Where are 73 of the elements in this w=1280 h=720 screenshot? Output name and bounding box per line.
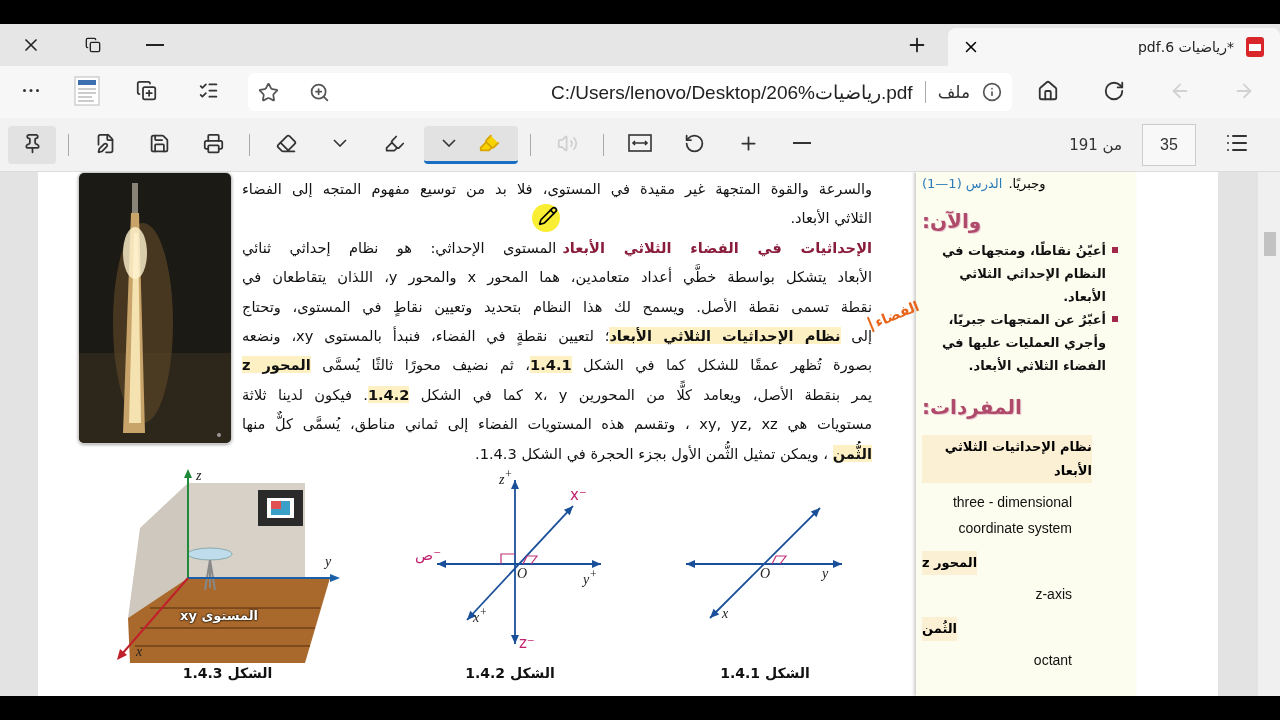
vocab-term: نظام الإحداثيات الثلاثي الأبعاد	[922, 435, 1092, 483]
figure-caption: الشكل 1.4.3	[182, 665, 273, 681]
paragraph-line: الأبعاد يتشكل بواسطة خطَّي أعداد متعامدين، هما المحور x والمحور y، اللذان يتقاطعان في	[242, 262, 872, 292]
page-count: من 191	[1069, 135, 1122, 154]
paragraph-line: الثُّمن ، ويمكن تمثيل الثُّمن الأول بجزء الحجرة في الشكل 1.4.3.	[475, 438, 872, 469]
page-number-field[interactable]: 35	[1142, 123, 1196, 166]
collections-icon	[135, 80, 157, 101]
star-icon	[258, 81, 279, 103]
url-text: C:/Users/lenovo/Desktop/206%رياضيات.pdf	[550, 80, 913, 104]
axis-label: z	[196, 468, 202, 484]
bullet-icon	[1112, 247, 1118, 253]
tab-title: *رياضيات 6.pdf	[1138, 39, 1234, 55]
info-icon	[982, 82, 1002, 102]
caret-icon	[442, 139, 456, 147]
axis-label: y	[822, 566, 829, 582]
right-angle-mark	[771, 555, 788, 565]
file-label: ملف	[937, 82, 970, 102]
browser-tab[interactable]: *رياضيات 6.pdf	[948, 28, 1280, 66]
handwritten-mark: z⁻	[519, 634, 535, 652]
lesson-reference: الدرس (1—1)	[922, 176, 1003, 191]
axis-label: y	[325, 554, 332, 570]
axis-label: z$^{+}$	[499, 468, 513, 488]
minus-icon	[793, 142, 811, 144]
origin-label: O	[517, 566, 528, 582]
print-icon	[202, 132, 224, 154]
home-icon	[1037, 79, 1059, 102]
paragraph-line: المستوى الإحداثي: هو نظام إحداثي ثنائي	[242, 238, 557, 256]
restore-icon	[85, 37, 101, 53]
document-thumbnail-icon	[72, 75, 102, 106]
paragraph-line: مستويات هي xy, yz, xz ، وتقسم هذه المستويات الفضاء إلى ثماني مناطق، يُسمَّى كلٌّ منها	[242, 409, 872, 439]
section-heading: الإحداثيات في الفضاء الثلاثي الأبعاد	[562, 238, 872, 256]
refresh-icon	[1103, 79, 1125, 102]
pen-tool-button[interactable]	[424, 125, 518, 164]
origin-label: O	[760, 566, 771, 582]
axis-label: x$^{+}$	[473, 606, 488, 626]
axis-label: y$^{+}$	[583, 568, 598, 588]
pencil-cursor-icon	[538, 206, 558, 226]
figure-caption: الشكل 1.4.2	[465, 665, 555, 681]
minimize-icon	[146, 44, 164, 46]
vocab-term: المحور z	[922, 551, 978, 575]
sidebar-text: وجبريًا.	[1008, 176, 1046, 191]
paragraph-line: الثلاثي الأبعاد.	[790, 208, 872, 229]
rotate-icon	[683, 132, 705, 154]
axis-label: x	[136, 644, 143, 660]
goal-text: أعيّنُ نقاطًا، ومتجهات في النظام الإحداثي الثلاثي الأبعاد.	[940, 240, 1106, 306]
more-icon	[23, 89, 39, 92]
caret-icon	[333, 139, 347, 147]
highlighter-icon	[478, 132, 500, 154]
vocab-english: octant	[1032, 651, 1072, 670]
pdf-icon	[1244, 36, 1266, 58]
address-field[interactable]: C:/Users/lenovo/Desktop/206%رياضيات.pdf ملف	[248, 73, 1012, 111]
vocab-english: three - dimensional coordinate system	[951, 493, 1072, 538]
vocab-english: z-axis	[1034, 585, 1072, 604]
paragraph-line: والسرعة والقوة المتجهة غير مقيدة في المستوى، فلا بد من توسيع مفهوم المتجه إلى الفضاء	[242, 179, 872, 200]
sidebar-heading: المفردات:	[922, 395, 1022, 419]
pin-button[interactable]	[8, 125, 56, 164]
goal-text: أعبّرُ عن المتجهات جبريًا، وأجري العمليات عليها في الفضاء الثلاثي الأبعاد.	[940, 310, 1106, 375]
fit-width-icon	[628, 134, 652, 152]
figure-caption: الشكل 1.4.1	[720, 665, 810, 681]
vocab-term: الثُمن	[922, 617, 958, 641]
eraser-icon	[275, 132, 297, 154]
handwritten-mark: ص⁻	[415, 546, 442, 564]
handwritten-mark: x⁻	[570, 486, 587, 504]
floor-label: المستوى xy	[180, 608, 259, 623]
sidebar-heading: والآن:	[922, 209, 982, 233]
bullet-icon	[1112, 316, 1118, 322]
zoom-icon	[309, 81, 330, 103]
scrollbar[interactable]	[1258, 172, 1280, 696]
save-icon	[148, 132, 170, 154]
axis-label: x	[722, 606, 729, 622]
right-angle-mark	[500, 553, 539, 565]
scroll-thumb[interactable]	[1264, 232, 1276, 256]
cursor-highlight	[532, 204, 560, 232]
